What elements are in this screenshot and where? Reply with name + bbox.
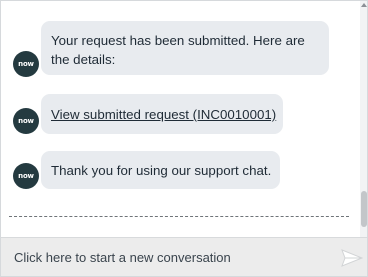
- new-conversation-input[interactable]: [1, 238, 331, 276]
- servicenow-logo-icon: now: [18, 59, 34, 68]
- scrollbar-thumb[interactable]: [361, 191, 367, 227]
- chat-log[interactable]: now Your request has been submitted. Her…: [1, 1, 361, 237]
- message-text-line: Your request has been submitted. Here ar…: [51, 33, 305, 48]
- message-bubble: Your request has been submitted. Here ar…: [41, 21, 329, 75]
- servicenow-logo-icon: now: [18, 116, 34, 125]
- message-text: Thank you for using our support chat.: [51, 163, 272, 178]
- composer-bar: [1, 237, 367, 276]
- bot-avatar: now: [13, 163, 39, 189]
- message-bubble: Thank you for using our support chat.: [41, 151, 280, 189]
- chat-window: now Your request has been submitted. Her…: [0, 0, 368, 277]
- message-bubble: View submitted request (INC0010001): [41, 94, 283, 134]
- send-button[interactable]: [341, 249, 364, 267]
- message-text-line: the details:: [51, 52, 116, 67]
- view-request-link[interactable]: View submitted request (INC0010001): [51, 107, 276, 122]
- send-icon: [341, 249, 364, 267]
- bot-avatar: now: [13, 51, 39, 77]
- conversation-end-divider: [9, 216, 349, 217]
- servicenow-logo-icon: now: [18, 171, 34, 180]
- scroll-up-arrow-icon[interactable]: [361, 3, 367, 7]
- bot-avatar: now: [13, 108, 39, 134]
